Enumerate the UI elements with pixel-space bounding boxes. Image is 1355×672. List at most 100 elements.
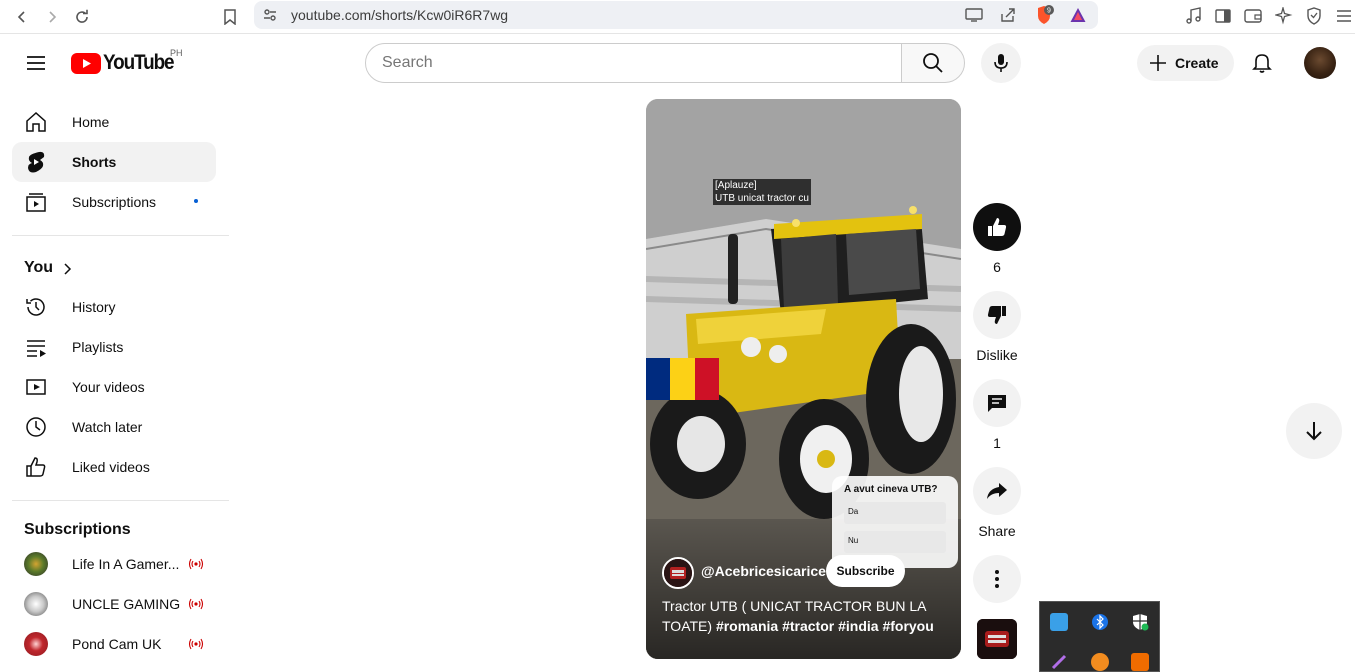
leo-ai-icon[interactable]	[1273, 5, 1295, 27]
comments-button[interactable]	[973, 379, 1021, 427]
browser-menu-icon[interactable]	[1333, 5, 1355, 27]
voice-search-button[interactable]	[981, 43, 1021, 83]
sidebar-item-playlists[interactable]: Playlists	[12, 327, 216, 367]
channel-avatar	[24, 632, 48, 656]
dislike-action: Dislike	[973, 291, 1021, 363]
sidebar-item-label: Watch later	[72, 419, 143, 435]
poll-question: A avut cineva UTB?	[844, 484, 938, 495]
logo-wordmark: YouTube	[103, 51, 175, 74]
cast-icon[interactable]	[964, 5, 984, 25]
next-short-button[interactable]	[1286, 403, 1342, 459]
sidebar-divider	[12, 235, 229, 236]
brave-rewards-icon[interactable]	[1068, 5, 1088, 25]
caption-line: [Aplauze]	[715, 180, 757, 191]
sidebar-item-shorts[interactable]: Shorts	[12, 142, 216, 182]
svg-text:9: 9	[1047, 8, 1051, 15]
reload-icon[interactable]	[70, 5, 94, 29]
like-button[interactable]	[973, 203, 1021, 251]
bell-icon	[1252, 54, 1272, 73]
watch-later-icon	[24, 415, 48, 439]
more-action	[973, 555, 1021, 603]
home-icon	[24, 110, 48, 134]
sidebar-toggle-icon[interactable]	[1212, 5, 1234, 27]
forward-icon[interactable]	[40, 5, 64, 29]
arrow-down-icon	[1306, 422, 1322, 441]
more-vert-icon	[995, 570, 999, 588]
url-text[interactable]: youtube.com/shorts/Kcw0iR6R7wg	[291, 7, 508, 23]
search-icon	[923, 53, 943, 73]
search-box[interactable]	[365, 43, 902, 83]
guide-menu-icon[interactable]	[20, 47, 52, 79]
youtube-logo[interactable]: YouTube	[71, 51, 181, 75]
flag-stripe	[670, 358, 695, 400]
address-bar[interactable]: youtube.com/shorts/Kcw0iR6R7wg 9	[254, 1, 1098, 29]
comment-count: 1	[993, 435, 1001, 451]
sidebar-item-label: Home	[72, 114, 110, 130]
like-count: 6	[993, 259, 1001, 275]
share-page-icon[interactable]	[998, 5, 1018, 25]
brave-shields-icon[interactable]: 9	[1034, 5, 1054, 25]
sidebar-item-liked-videos[interactable]: Liked videos	[12, 447, 216, 487]
dislike-label: Dislike	[976, 347, 1018, 363]
youtube-play-icon	[71, 52, 101, 74]
sidebar-item-label: Liked videos	[72, 459, 150, 475]
you-section-header[interactable]: You	[24, 259, 84, 279]
flag-stripe	[694, 358, 719, 400]
subscription-item[interactable]: UNCLE GAMING	[12, 584, 216, 624]
notifications-button[interactable]	[1244, 45, 1280, 81]
back-icon[interactable]	[10, 5, 34, 29]
security-shield-icon[interactable]	[1131, 613, 1149, 631]
site-settings-icon[interactable]	[262, 7, 278, 23]
dislike-button[interactable]	[973, 291, 1021, 339]
search-button[interactable]	[901, 43, 965, 83]
more-options-button[interactable]	[973, 555, 1021, 603]
subscription-item[interactable]: Pond Cam UK	[12, 624, 216, 664]
poll-option[interactable]: Nu	[844, 531, 946, 553]
poll-option[interactable]: Da	[844, 502, 946, 524]
short-video-player[interactable]: [Aplauze] UTB unicat tractor cu A avut c…	[646, 99, 961, 659]
channel-avatar[interactable]	[662, 557, 694, 589]
network-app-icon[interactable]	[1050, 613, 1068, 631]
browser-toolbar: youtube.com/shorts/Kcw0iR6R7wg 9	[0, 0, 1355, 34]
you-heading: You	[24, 259, 54, 276]
media-icon[interactable]	[1183, 5, 1205, 27]
subscriptions-heading: Subscriptions	[24, 521, 131, 538]
channel-name[interactable]: @Acebricesicarice	[701, 563, 826, 579]
live-icon	[188, 638, 204, 650]
thumbs-up-icon	[988, 218, 1007, 236]
like-action: 6	[973, 203, 1021, 275]
live-icon	[188, 598, 204, 610]
flag-stripe	[646, 358, 671, 400]
account-avatar[interactable]	[1304, 47, 1336, 79]
share-button[interactable]	[973, 467, 1021, 515]
bookmark-icon[interactable]	[218, 5, 242, 29]
audio-thumbnail[interactable]	[977, 619, 1017, 659]
pen-app-icon[interactable]	[1050, 653, 1068, 671]
short-title[interactable]: Tractor UTB ( UNICAT TRACTOR BUN LA TOAT…	[662, 596, 947, 636]
subscription-item[interactable]: Life In A Gamer...	[12, 544, 216, 584]
share-icon	[987, 483, 1007, 499]
chevron-right-icon	[64, 263, 72, 275]
sidebar-item-home[interactable]: Home	[12, 102, 216, 142]
sidebar-item-watch-later[interactable]: Watch later	[12, 407, 216, 447]
subscription-label: Life In A Gamer...	[72, 556, 180, 572]
subscribe-button[interactable]: Subscribe	[826, 555, 905, 587]
country-code: PH	[170, 48, 183, 58]
sidebar-item-your-videos[interactable]: Your videos	[12, 367, 216, 407]
sidebar-item-history[interactable]: History	[12, 287, 216, 327]
wallet-icon[interactable]	[1242, 5, 1264, 27]
vpn-icon[interactable]	[1303, 5, 1325, 27]
title-hashtags[interactable]: #romania #tractor #india #foryou	[716, 618, 934, 634]
comment-icon	[988, 395, 1006, 412]
app-tray-icon[interactable]	[1131, 653, 1149, 671]
sidebar-item-subscriptions[interactable]: Subscriptions	[12, 182, 216, 222]
create-button[interactable]: Create	[1137, 45, 1234, 81]
search-input[interactable]	[366, 44, 901, 82]
closed-caption: [Aplauze] UTB unicat tractor cu	[713, 179, 811, 205]
masthead: YouTube PH Create	[0, 35, 1355, 91]
new-content-dot	[194, 199, 198, 203]
avast-icon[interactable]	[1091, 653, 1109, 671]
sidebar-item-label: Playlists	[72, 339, 124, 355]
comments-action: 1	[973, 379, 1021, 451]
bluetooth-icon[interactable]	[1091, 613, 1109, 631]
